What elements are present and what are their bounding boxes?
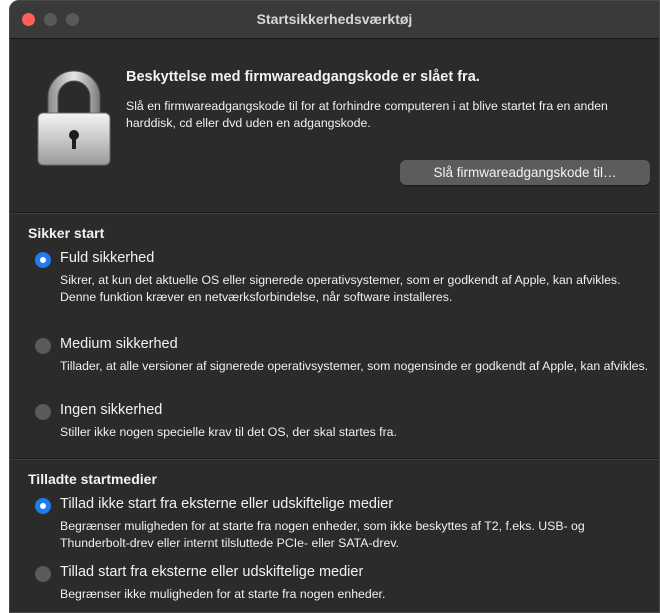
option-description: Stiller ikke nogen specielle krav til de…	[60, 425, 397, 439]
radio-disallow-external-boot[interactable]	[35, 498, 51, 514]
radio-allow-external-boot[interactable]	[35, 566, 51, 582]
option-label: Tillad start fra eksterne eller udskifte…	[60, 564, 364, 580]
lock-icon	[37, 70, 111, 166]
secure-boot-title: Sikker start	[28, 225, 105, 241]
option-label: Medium sikkerhed	[60, 336, 178, 352]
boot-media-section: Tilladte startmedier Tillad ikke start f…	[10, 460, 659, 612]
radio-full-security[interactable]	[35, 252, 51, 268]
turn-on-firmware-password-button[interactable]: Slå firmwareadgangskode til…	[400, 160, 650, 185]
option-label: Ingen sikkerhed	[60, 402, 163, 418]
startup-security-window: Startsikkerhedsværktøj Beskyttelse med f…	[9, 0, 660, 613]
option-description: Begrænser muligheden for at starte fra n…	[60, 519, 585, 550]
option-description: Begrænser ikke muligheden for at starte …	[60, 587, 386, 601]
boot-media-title: Tilladte startmedier	[28, 471, 157, 487]
firmware-description: Slå en firmwareadgangskode til for at fo…	[126, 99, 608, 130]
option-description: Sikrer, at kun det aktuelle OS eller sig…	[60, 273, 621, 304]
title-bar: Startsikkerhedsværktøj	[10, 1, 659, 39]
option-description: Tillader, at alle versioner af signerede…	[60, 359, 649, 373]
firmware-password-section: Beskyttelse med firmwareadgangskode er s…	[10, 39, 659, 212]
option-label: Tillad ikke start fra eksterne eller uds…	[60, 496, 394, 512]
option-label: Fuld sikkerhed	[60, 250, 155, 266]
secure-boot-section: Sikker start Fuld sikkerhed Sikrer, at k…	[10, 214, 659, 458]
radio-medium-security[interactable]	[35, 338, 51, 354]
window-title: Startsikkerhedsværktøj	[256, 11, 413, 27]
firmware-heading: Beskyttelse med firmwareadgangskode er s…	[126, 69, 480, 85]
radio-no-security[interactable]	[35, 404, 51, 420]
